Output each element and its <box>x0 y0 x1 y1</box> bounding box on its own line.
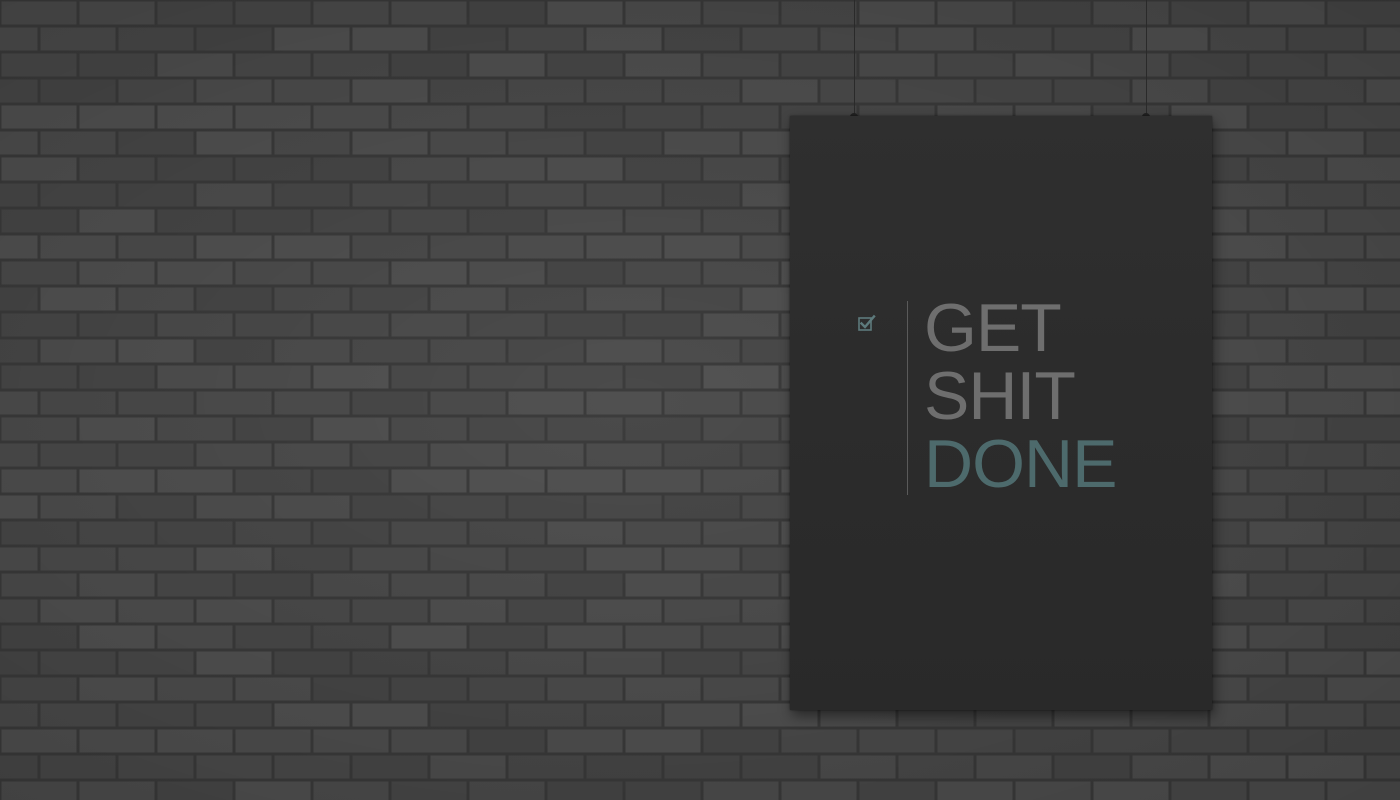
headline-line-get: GET <box>924 290 1062 366</box>
headline-line-done: DONE <box>924 426 1117 502</box>
poster-headline: GET SHIT DONE <box>924 290 1117 502</box>
poster-divider <box>907 301 908 495</box>
scene: GET SHIT DONE <box>0 0 1400 800</box>
poster: GET SHIT DONE <box>790 116 1212 710</box>
hanging-string-left <box>854 0 855 118</box>
headline-line-shit: SHIT <box>924 358 1076 434</box>
checked-checkbox-icon <box>858 314 876 331</box>
hanging-string-right <box>1146 0 1147 118</box>
